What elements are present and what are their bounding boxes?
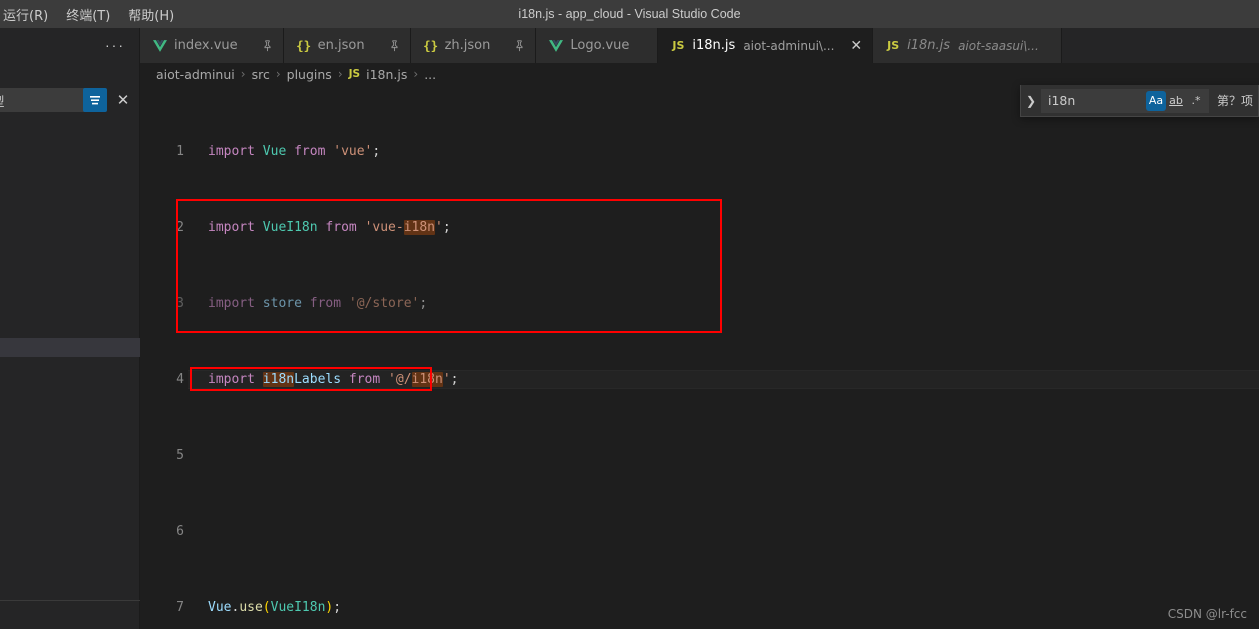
line-text: import i18nLabels from '@/i18n'; xyxy=(208,372,459,387)
panel-divider xyxy=(0,600,140,601)
line-text: import store from '@/store'; xyxy=(208,296,428,311)
close-icon[interactable]: ✕ xyxy=(850,39,862,53)
tab-sublabel: aiot-adminui\... xyxy=(743,38,835,53)
line-number: 6 xyxy=(176,524,184,539)
breadcrumb: aiot-adminui › src › plugins › JS i18n.j… xyxy=(140,63,1259,85)
line-number: 7 xyxy=(176,600,184,615)
code-content: 1 import Vue from 'vue'; 2 import VueI18… xyxy=(140,85,1259,629)
regex-toggle[interactable]: .* xyxy=(1186,91,1206,111)
pin-icon[interactable] xyxy=(514,39,525,52)
tab-label: en.json xyxy=(317,38,365,53)
code-line: 2 import VueI18n from 'vue-i18n'; xyxy=(140,218,1259,237)
json-icon: {} xyxy=(296,38,312,53)
code-line: 4 import i18nLabels from '@/i18n'; xyxy=(140,370,1259,389)
line-number: 2 xyxy=(176,220,184,235)
line-number: 3 xyxy=(176,296,184,311)
tab-logo-vue[interactable]: Logo.vue xyxy=(536,28,659,63)
pin-icon[interactable] xyxy=(262,39,273,52)
breadcrumb-item-project[interactable]: aiot-adminui xyxy=(156,67,235,82)
find-match-status: 第？项 xyxy=(1216,94,1253,108)
code-line: 5 xyxy=(140,446,1259,465)
side-panel: 的类型 ✕ xyxy=(0,28,140,629)
code-line: 3 import store from '@/store'; xyxy=(140,294,1259,313)
tab-en-json[interactable]: {} en.json xyxy=(283,28,411,63)
tab-label: i18n.js xyxy=(692,38,736,53)
breadcrumb-item-plugins[interactable]: plugins xyxy=(287,67,332,82)
filter-icon[interactable] xyxy=(83,88,107,112)
tab-index-vue[interactable]: index.vue xyxy=(140,28,284,63)
breadcrumb-item-file[interactable]: i18n.js xyxy=(366,67,407,82)
tab-label: Logo.vue xyxy=(570,38,630,53)
watermark: CSDN @lr-fcc xyxy=(1167,607,1247,621)
tab-label: index.vue xyxy=(174,38,238,53)
tab-label: zh.json xyxy=(444,38,491,53)
breadcrumb-separator: › xyxy=(275,67,281,81)
menu-item-help[interactable]: 帮助(H) xyxy=(119,2,183,27)
tab-label: i18n.js xyxy=(907,38,951,53)
line-text: Vue.use(VueI18n); xyxy=(208,600,342,615)
line-number: 5 xyxy=(176,448,184,463)
window-title: i18n.js - app_cloud - Visual Studio Code xyxy=(518,7,741,21)
find-input[interactable]: i18n Aa ab .* xyxy=(1041,88,1209,113)
breadcrumb-separator: › xyxy=(337,67,343,81)
vue-icon xyxy=(152,38,168,54)
chevron-right-icon[interactable]: ❯ xyxy=(1021,94,1041,108)
line-number: 1 xyxy=(176,144,184,159)
breadcrumb-separator: › xyxy=(240,67,246,81)
whole-word-label: ab xyxy=(1169,94,1183,107)
title-bar: 运行(R) 终端(T) 帮助(H) i18n.js - app_cloud - … xyxy=(0,0,1259,28)
breadcrumb-item-symbol[interactable]: ... xyxy=(424,67,436,82)
tab-i18n-js-saasui[interactable]: JS i18n.js aiot-saasui\... xyxy=(873,28,1062,63)
json-icon: {} xyxy=(423,38,439,53)
menu-item-terminal[interactable]: 终端(T) xyxy=(57,2,119,27)
filter-input[interactable]: 的类型 xyxy=(0,88,90,112)
list-item[interactable] xyxy=(0,338,140,357)
find-input-value: i18n xyxy=(1048,93,1076,108)
line-text: import VueI18n from 'vue-i18n'; xyxy=(208,220,451,235)
code-line: 6 xyxy=(140,522,1259,541)
menu-bar: 运行(R) 终端(T) 帮助(H) xyxy=(0,2,183,27)
breadcrumb-separator: › xyxy=(413,67,419,81)
vue-icon xyxy=(548,38,564,54)
pin-icon[interactable] xyxy=(389,39,400,52)
tab-sublabel: aiot-saasui\... xyxy=(958,38,1039,53)
close-icon[interactable]: ✕ xyxy=(112,89,134,111)
js-icon: JS xyxy=(887,39,900,52)
match-case-toggle[interactable]: Aa xyxy=(1145,90,1166,111)
code-editor[interactable]: 1 import Vue from 'vue'; 2 import VueI18… xyxy=(140,85,1259,629)
tab-zh-json[interactable]: {} zh.json xyxy=(410,28,537,63)
js-icon: JS xyxy=(348,68,361,80)
tab-overflow-button[interactable]: ··· xyxy=(105,38,125,52)
tab-i18n-js-adminui[interactable]: JS i18n.js aiot-adminui\... ✕ xyxy=(658,28,874,63)
breadcrumb-item-src[interactable]: src xyxy=(252,67,270,82)
menu-item-run[interactable]: 运行(R) xyxy=(0,2,57,27)
code-line: 7 Vue.use(VueI18n); xyxy=(140,598,1259,617)
tab-bar: index.vue {} en.json {} zh.json Logo.vue… xyxy=(140,28,1259,63)
line-text: import Vue from 'vue'; xyxy=(208,144,381,159)
tab-bar-empty-space xyxy=(1061,28,1259,63)
whole-word-toggle[interactable]: ab xyxy=(1166,91,1186,111)
code-line: 1 import Vue from 'vue'; xyxy=(140,142,1259,161)
line-number: 4 xyxy=(176,372,184,387)
js-icon: JS xyxy=(672,39,685,52)
find-widget: ❯ i18n Aa ab .* 第？项 xyxy=(1020,85,1259,117)
